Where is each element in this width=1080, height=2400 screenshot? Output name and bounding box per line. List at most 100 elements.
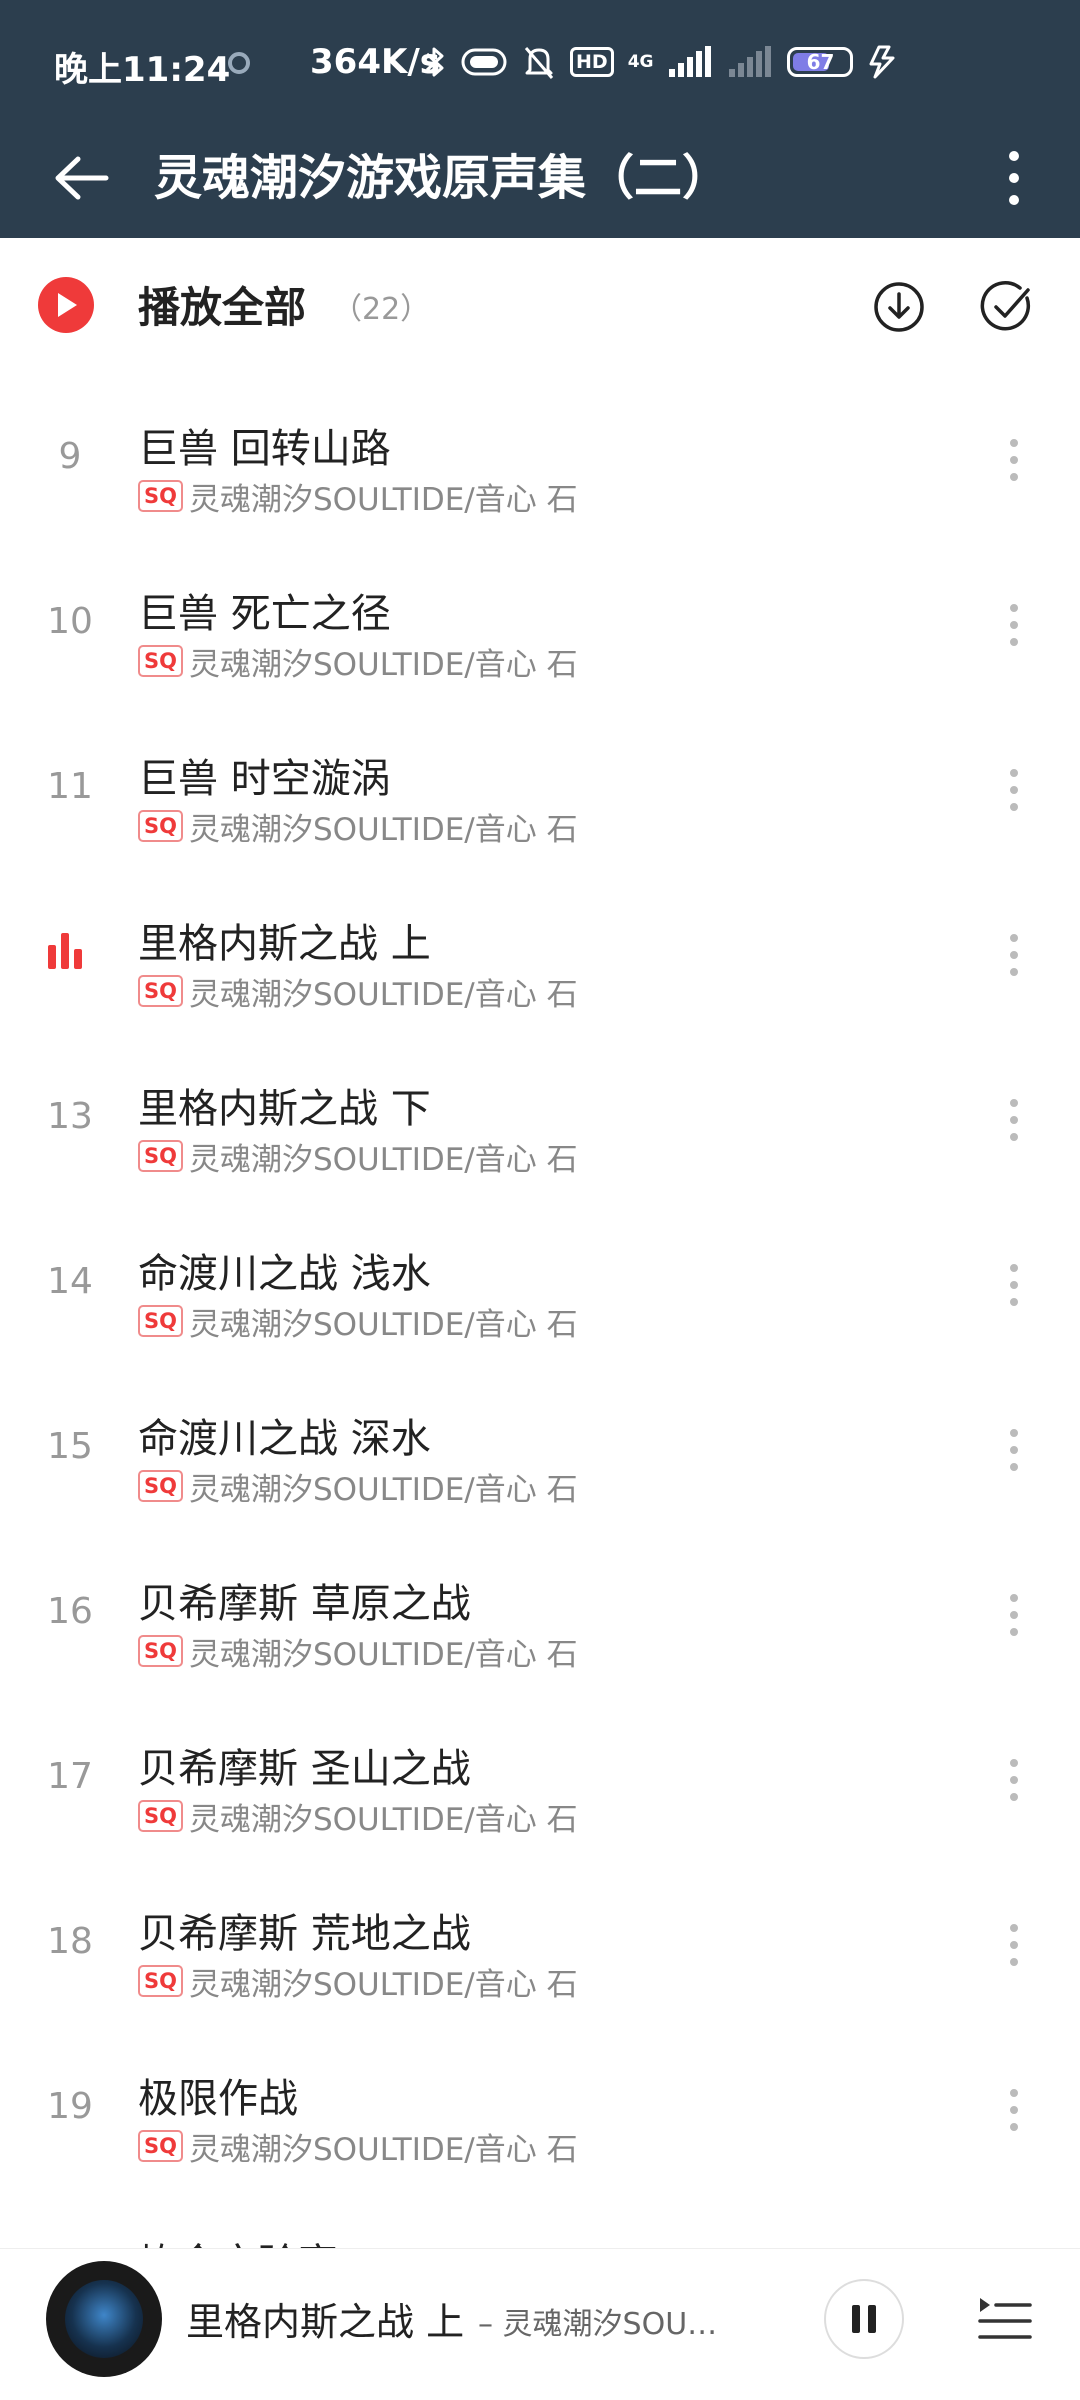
song-row[interactable]: 14 命渡川之战 浅水 SQ 灵魂潮汐SOULTIDE/音心 石 — [0, 1201, 1080, 1366]
more-vertical-icon — [1010, 1759, 1018, 1801]
mini-player: 里格内斯之战 上 – 灵魂潮汐SOU… — [0, 2248, 1080, 2400]
song-subtitle: SQ 灵魂潮汐SOULTIDE/音心 石 — [138, 971, 578, 1013]
sq-quality-badge: SQ — [138, 1305, 183, 1337]
playlist-button[interactable] — [970, 2279, 1040, 2359]
song-row[interactable]: 17 贝希摩斯 圣山之战 SQ 灵魂潮汐SOULTIDE/音心 石 — [0, 1696, 1080, 1861]
check-circle-icon — [980, 280, 1031, 331]
title-bar: 灵魂潮汐游戏原声集（二） — [0, 128, 1080, 238]
song-index: 19 — [47, 2086, 93, 2127]
song-index: 11 — [47, 766, 93, 807]
song-title: 巨兽 死亡之径 — [138, 591, 391, 637]
more-vertical-icon — [1010, 604, 1018, 646]
song-row[interactable]: 20炼金实验室SQ灵魂潮汐SOULTIDE/音心 石 — [0, 2191, 1080, 2248]
song-row[interactable]: 18 贝希摩斯 荒地之战 SQ 灵魂潮汐SOULTIDE/音心 石 — [0, 1861, 1080, 2026]
song-more-button[interactable] — [980, 1247, 1048, 1323]
mute-bell-icon — [524, 47, 554, 79]
song-subtitle: SQ 灵魂潮汐SOULTIDE/音心 石 — [138, 1631, 578, 1673]
song-more-button[interactable] — [980, 2072, 1048, 2148]
song-row[interactable]: 9 巨兽 回转山路 SQ 灵魂潮汐SOULTIDE/音心 石 — [0, 376, 1080, 541]
album-cover[interactable] — [46, 2261, 162, 2377]
status-icons: HD 4G 67 — [424, 40, 897, 84]
song-subtitle: SQ 灵魂潮汐SOULTIDE/音心 石 — [138, 1961, 578, 2003]
song-more-button[interactable] — [980, 917, 1048, 993]
sq-quality-badge: SQ — [138, 1800, 183, 1832]
header-more-button[interactable] — [980, 138, 1048, 218]
song-index: 16 — [47, 1591, 93, 1632]
song-subtitle: SQ 灵魂潮汐SOULTIDE/音心 石 — [138, 1136, 578, 1178]
song-more-button[interactable] — [980, 2237, 1048, 2248]
song-artist: 灵魂潮汐SOULTIDE/音心 石 — [188, 2131, 578, 2168]
song-subtitle: SQ 灵魂潮汐SOULTIDE/音心 石 — [138, 1301, 578, 1343]
pause-button[interactable] — [824, 2279, 904, 2359]
song-index: 9 — [58, 436, 82, 477]
song-artist: 灵魂潮汐SOULTIDE/音心 石 — [188, 976, 578, 1013]
song-row[interactable]: 13 里格内斯之战 下 SQ 灵魂潮汐SOULTIDE/音心 石 — [0, 1036, 1080, 1201]
song-more-button[interactable] — [980, 1082, 1048, 1158]
play-all-row: 播放全部 （22） — [0, 238, 1080, 376]
download-circle-icon — [874, 282, 924, 332]
more-vertical-icon — [1010, 1924, 1018, 1966]
page-title: 灵魂潮汐游戏原声集（二） — [154, 150, 731, 206]
song-row[interactable]: 15 命渡川之战 深水 SQ 灵魂潮汐SOULTIDE/音心 石 — [0, 1366, 1080, 1531]
song-subtitle: SQ 灵魂潮汐SOULTIDE/音心 石 — [138, 2126, 578, 2168]
song-more-button[interactable] — [980, 587, 1048, 663]
song-title: 里格内斯之战 上 — [138, 921, 431, 967]
status-app-icon — [228, 52, 250, 74]
song-more-button[interactable] — [980, 1412, 1048, 1488]
song-more-button[interactable] — [980, 1907, 1048, 1983]
sq-quality-badge: SQ — [138, 1965, 183, 1997]
play-all-button[interactable] — [38, 277, 94, 333]
song-row[interactable]: 16 贝希摩斯 草原之战 SQ 灵魂潮汐SOULTIDE/音心 石 — [0, 1531, 1080, 1696]
download-all-button[interactable] — [868, 276, 930, 338]
song-title: 贝希摩斯 草原之战 — [138, 1581, 471, 1627]
sq-quality-badge: SQ — [138, 975, 183, 1007]
more-vertical-icon — [1010, 1264, 1018, 1306]
sq-quality-badge: SQ — [138, 480, 183, 512]
more-vertical-icon — [1010, 1594, 1018, 1636]
play-all-count: （22） — [332, 292, 431, 327]
song-index: 14 — [47, 1261, 93, 1302]
battery-level: 67 — [806, 50, 835, 74]
song-title: 命渡川之战 浅水 — [138, 1251, 431, 1297]
song-row[interactable]: 10 巨兽 死亡之径 SQ 灵魂潮汐SOULTIDE/音心 石 — [0, 541, 1080, 706]
song-more-button[interactable] — [980, 752, 1048, 828]
song-title: 里格内斯之战 下 — [138, 1086, 431, 1132]
sq-quality-badge: SQ — [138, 1470, 183, 1502]
more-vertical-icon — [1010, 1429, 1018, 1471]
song-title: 命渡川之战 深水 — [138, 1416, 431, 1462]
sq-quality-badge: SQ — [138, 2130, 183, 2162]
hd-icon: HD — [570, 47, 614, 77]
song-index: 13 — [47, 1096, 93, 1137]
song-more-button[interactable] — [980, 1742, 1048, 1818]
song-artist: 灵魂潮汐SOULTIDE/音心 石 — [188, 1471, 578, 1508]
song-more-button[interactable] — [980, 1577, 1048, 1653]
signal-weak-icon — [729, 46, 772, 77]
song-more-button[interactable] — [980, 422, 1048, 498]
song-title: 巨兽 回转山路 — [138, 426, 391, 472]
more-vertical-icon — [1010, 439, 1018, 481]
more-vertical-icon — [1010, 2089, 1018, 2131]
back-button[interactable] — [40, 138, 120, 218]
more-vertical-icon — [1010, 769, 1018, 811]
song-title: 极限作战 — [138, 2076, 298, 2122]
sq-quality-badge: SQ — [138, 1140, 183, 1172]
song-title: 贝希摩斯 荒地之战 — [138, 1911, 471, 1957]
song-row[interactable]: 19 极限作战 SQ 灵魂潮汐SOULTIDE/音心 石 — [0, 2026, 1080, 2191]
network-type: 4G — [627, 51, 654, 72]
song-row[interactable]: 11 巨兽 时空漩涡 SQ 灵魂潮汐SOULTIDE/音心 石 — [0, 706, 1080, 871]
song-title: 贝希摩斯 圣山之战 — [138, 1746, 471, 1792]
player-artist[interactable]: – 灵魂潮汐SOU… — [478, 2299, 717, 2343]
more-vertical-icon — [1010, 1099, 1018, 1141]
play-all-label[interactable]: 播放全部 — [138, 274, 306, 335]
multi-select-button[interactable] — [976, 276, 1038, 338]
status-net-speed: 364K/s — [310, 42, 440, 82]
song-subtitle: SQ 灵魂潮汐SOULTIDE/音心 石 — [138, 806, 578, 848]
status-bar: 晚上11:24 364K/s HD 4G 67 — [0, 0, 1080, 128]
vibrate-icon — [461, 48, 507, 76]
song-index: 17 — [47, 1756, 93, 1797]
equalizer-icon — [48, 929, 88, 969]
play-icon — [58, 293, 77, 317]
player-song-title[interactable]: 里格内斯之战 上 — [186, 2291, 464, 2346]
song-row[interactable]: 里格内斯之战 上 SQ 灵魂潮汐SOULTIDE/音心 石 — [0, 871, 1080, 1036]
arrow-left-icon — [55, 156, 109, 200]
